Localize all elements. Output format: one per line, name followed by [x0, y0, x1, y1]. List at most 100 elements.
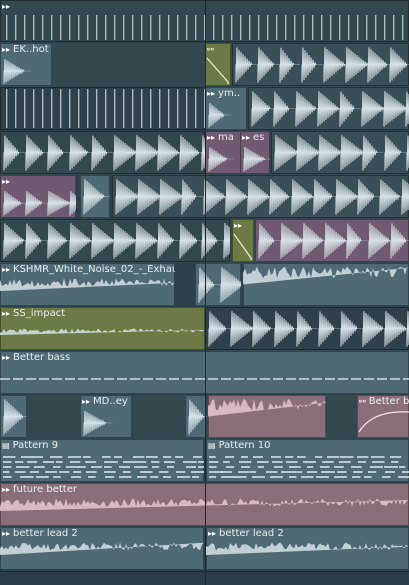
playlist-clip[interactable]	[255, 219, 409, 262]
playlist-clip[interactable]	[0, 395, 27, 438]
waveform-graphic	[3, 399, 27, 435]
waveform-graphic	[115, 179, 409, 215]
playlist-clip[interactable]: ▸▸ better lead 2	[0, 527, 204, 570]
waveform-graphic	[209, 456, 409, 478]
waveform-graphic	[3, 223, 230, 259]
play-arrows-icon: ▸▸	[2, 2, 11, 11]
playlist-clip[interactable]	[112, 175, 409, 218]
clip-header[interactable]: ▸▸ SS_impact	[0, 307, 205, 320]
clip-header[interactable]: ⚯ Better b	[357, 395, 409, 408]
play-arrows-icon: ▸▸	[2, 45, 11, 54]
clip-header[interactable]: ⚯	[205, 43, 231, 56]
clip-waveform	[255, 219, 409, 262]
playlist-clip[interactable]: ▤ Pattern 10	[206, 439, 409, 482]
clip-waveform	[232, 232, 254, 262]
waveform-graphic	[208, 103, 231, 128]
playlist-clip[interactable]: ▸▸ KSHMR_White_Noise_02_-_Exhaust	[0, 263, 175, 306]
waveform-graphic	[208, 398, 326, 417]
playlist-clip[interactable]: ▸▸ es	[240, 131, 270, 174]
waveform-graphic	[3, 58, 31, 84]
playlist-clip[interactable]: ▸▸ ym..	[205, 87, 247, 130]
clip-label: Better b	[368, 396, 409, 407]
clip-waveform	[248, 87, 409, 130]
clip-waveform	[0, 188, 76, 218]
clip-waveform	[112, 175, 409, 218]
waveform-graphic	[3, 190, 76, 216]
playlist-clip[interactable]: ▸▸ EK..hot	[0, 43, 52, 86]
playlist-clip[interactable]	[232, 43, 409, 86]
clip-header[interactable]: ▸▸ better lead 2	[0, 527, 204, 540]
clip-waveform	[357, 408, 409, 438]
waveform-graphic	[0, 278, 174, 291]
playlist-clip[interactable]: ▸▸	[0, 175, 76, 218]
clip-header[interactable]: ▤ Pattern 10	[206, 439, 409, 452]
clip-waveform	[0, 452, 204, 482]
playlist-clip[interactable]	[208, 395, 326, 438]
clip-waveform	[0, 540, 204, 570]
clip-label: KSHMR_White_Noise_02_-_Exhaust	[13, 264, 175, 275]
clip-header[interactable]: ▸▸ KSHMR_White_Noise_02_-_Exhaust	[0, 263, 175, 276]
clip-header[interactable]: ▸▸ better lead 2	[206, 527, 409, 540]
playlist-clip[interactable]	[205, 307, 409, 350]
playlist-clip[interactable]	[248, 87, 409, 130]
clip-waveform	[0, 87, 205, 130]
playlist-arrangement[interactable]: ▸▸ ▸▸ EK..hot ⚯ ▸▸ ym.. ▸▸ ma ▸▸ es ▸▸ ▸▸ ▸▸ KSHMR_Wh…	[0, 0, 409, 585]
waveform-graphic	[206, 57, 229, 84]
waveform-graphic	[83, 179, 110, 215]
automation-icon: ⚯	[359, 397, 366, 406]
clip-waveform	[0, 131, 205, 174]
playlist-clip[interactable]: ▤ Pattern 9	[0, 439, 204, 482]
clip-header[interactable]: ▸▸ es	[240, 131, 270, 144]
clip-header[interactable]: ▸▸ ym..	[205, 87, 247, 100]
clip-label: SS_impact	[13, 308, 66, 319]
clip-label: ma	[218, 132, 234, 143]
play-arrows-icon: ▸▸	[2, 529, 11, 538]
clip-header[interactable]: ▸▸	[0, 175, 76, 188]
waveform-graphic	[0, 542, 204, 555]
play-arrows-icon: ▸▸	[208, 529, 217, 538]
clip-waveform	[205, 100, 247, 130]
clip-waveform	[206, 452, 409, 482]
playlist-clip[interactable]	[80, 175, 110, 218]
play-arrows-icon: ▸▸	[242, 133, 251, 142]
play-arrows-icon: ▸▸	[2, 353, 11, 362]
automation-icon: ⚯	[207, 45, 214, 54]
clip-label: EK..hot	[13, 44, 49, 55]
playlist-clip[interactable]: ▸▸ MD..ey	[80, 395, 132, 438]
clip-header[interactable]: ▸▸ EK..hot	[0, 43, 52, 56]
playlist-clip[interactable]	[195, 263, 241, 306]
waveform-graphic	[188, 399, 207, 435]
playlist-clip[interactable]	[243, 263, 409, 306]
playlist-clip[interactable]: ▸▸	[232, 219, 254, 262]
waveform-graphic	[251, 91, 409, 127]
clip-label: Pattern 10	[218, 440, 271, 451]
clip-waveform	[206, 540, 409, 570]
playlist-clip[interactable]: ▸▸ SS_impact	[0, 307, 205, 350]
playlist-clip[interactable]	[185, 395, 207, 438]
clip-label: Pattern 9	[12, 440, 59, 451]
clip-header[interactable]: ▤ Pattern 9	[0, 439, 204, 452]
clip-label: better lead 2	[13, 528, 78, 539]
waveform-graphic	[3, 456, 204, 478]
waveform-graphic	[0, 328, 204, 335]
clip-waveform	[80, 408, 132, 438]
clip-waveform	[0, 219, 230, 262]
playlist-clip[interactable]: ▸▸ better lead 2	[206, 527, 409, 570]
playlist-clip[interactable]	[271, 131, 409, 174]
waveform-graphic	[83, 410, 113, 436]
playlist-clip[interactable]	[0, 131, 205, 174]
clip-waveform	[205, 56, 231, 86]
clip-label: MD..ey	[93, 396, 128, 407]
bar-divider	[205, 0, 206, 585]
playlist-clip[interactable]	[0, 219, 230, 262]
clip-header[interactable]: ▸▸	[232, 219, 254, 232]
waveform-graphic	[243, 146, 270, 172]
waveform-graphic	[6, 89, 205, 128]
playlist-clip[interactable]: ⚯ Better b	[357, 395, 409, 438]
waveform-graphic	[206, 542, 408, 555]
playlist-clip[interactable]: ⚯	[205, 43, 231, 86]
pattern-icon: ▤	[208, 441, 216, 450]
clip-header[interactable]: ▸▸ MD..ey	[80, 395, 132, 408]
playlist-clip[interactable]	[0, 87, 205, 130]
clip-waveform	[0, 320, 205, 350]
